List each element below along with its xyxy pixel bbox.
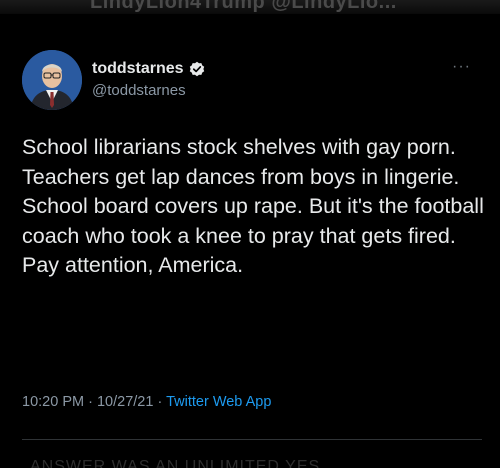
avatar[interactable] <box>22 50 82 110</box>
next-content-strip: ANSWER WAS AN UNLIMITED YES <box>0 454 500 468</box>
more-options-icon[interactable]: ··· <box>452 58 471 76</box>
meta-separator: · <box>157 394 163 410</box>
meta-separator: · <box>88 394 93 410</box>
display-name[interactable]: toddstarnes <box>92 60 184 78</box>
tweet-text: School librarians stock shelves with gay… <box>22 135 484 277</box>
tweet-card[interactable]: toddstarnes @toddstarnes ··· School libr… <box>0 14 500 454</box>
handle[interactable]: @toddstarnes <box>92 82 186 99</box>
avatar-image <box>22 50 82 110</box>
verified-badge-icon <box>189 61 205 77</box>
tweet-source-link[interactable]: Twitter Web App <box>166 394 271 410</box>
tweet-metadata: 10:20 PM · 10/27/21 · Twitter Web App <box>22 394 271 410</box>
previous-tweet-strip: LindyLion4Trump @LindyLio... <box>0 0 500 14</box>
tweet-date[interactable]: 10/27/21 <box>97 394 153 410</box>
previous-tweet-fragment: LindyLion4Trump @LindyLio... <box>90 0 397 13</box>
tweet-time[interactable]: 10:20 PM <box>22 394 84 410</box>
author-name-row[interactable]: toddstarnes <box>92 60 205 78</box>
divider <box>22 439 482 440</box>
next-content-fragment: ANSWER WAS AN UNLIMITED YES <box>30 458 321 468</box>
